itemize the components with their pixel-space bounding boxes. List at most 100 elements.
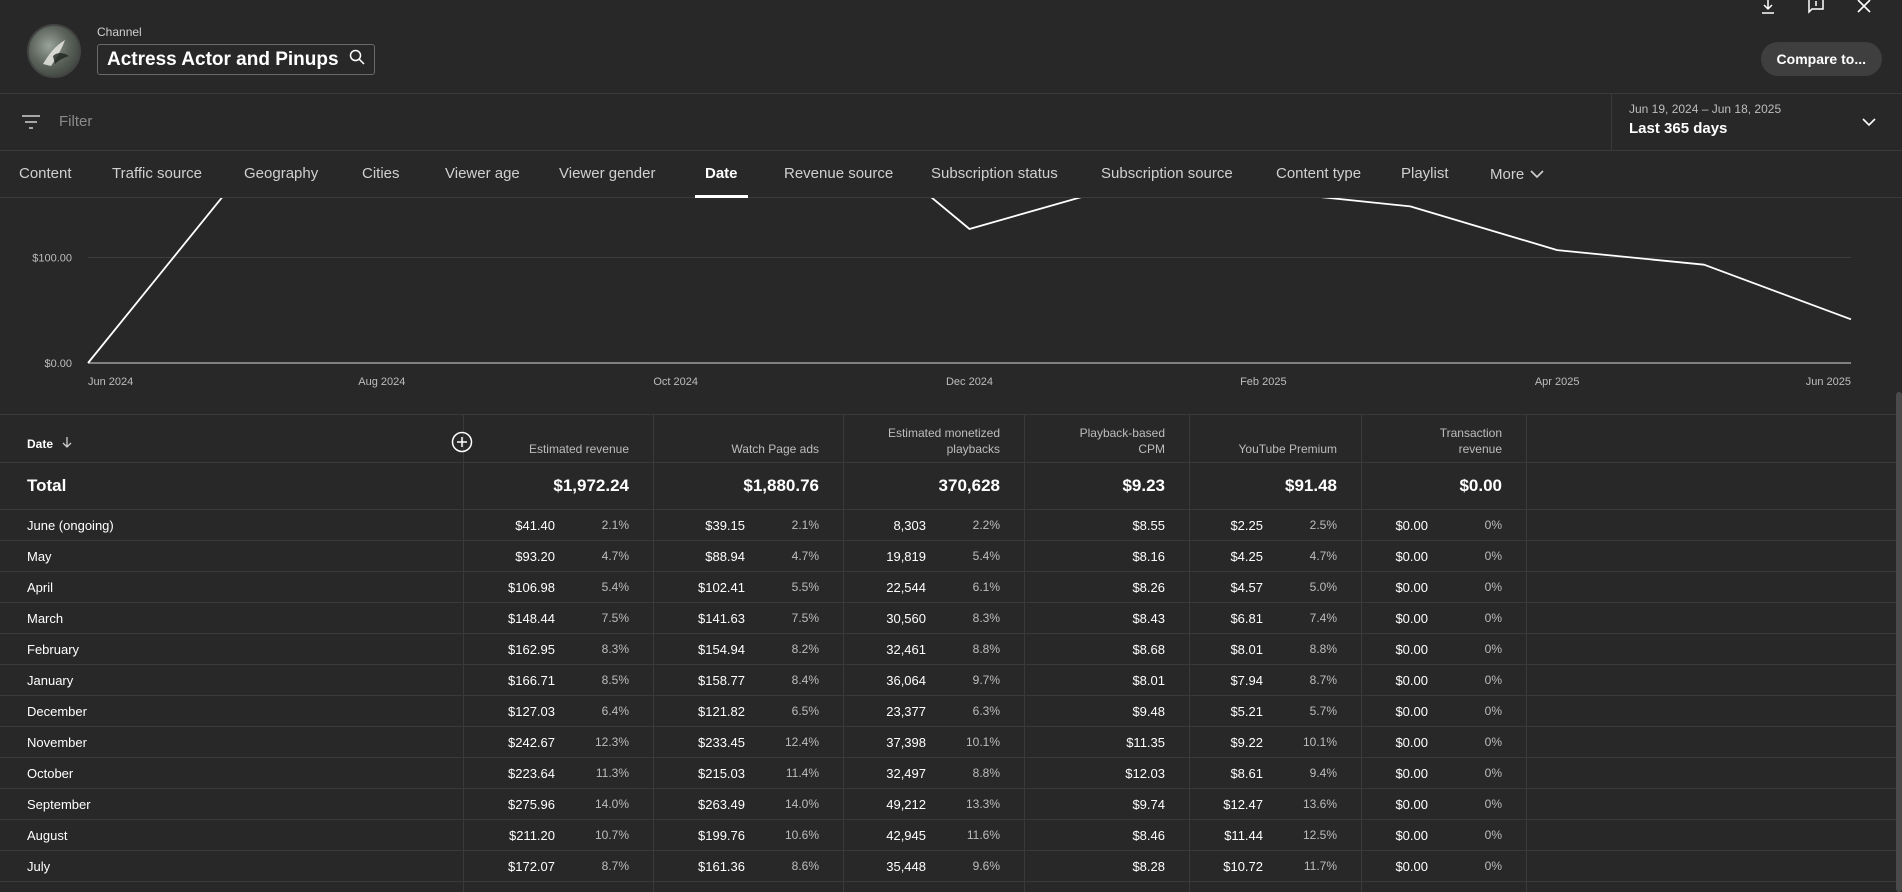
table-row[interactable]: December $127.03 6.4% $121.82 6.5% 23,377 6.3%… — [0, 696, 1902, 727]
total-premium: $91.48 — [1285, 476, 1337, 495]
row-rev-percent: 10.7% — [594, 828, 629, 842]
row-mp-value: 8,303 — [893, 517, 926, 533]
row-date-label: January — [27, 672, 74, 688]
compare-to-button[interactable]: Compare to... — [1760, 42, 1882, 76]
row-cpm-value: $8.01 — [1132, 672, 1165, 688]
column-header-watch-page-ads[interactable]: Watch Page ads — [654, 415, 819, 463]
table-row[interactable]: July $172.07 8.7% $161.36 8.6% 35,448 9.6% $8.2… — [0, 851, 1902, 882]
table-row[interactable]: March $148.44 7.5% $141.63 7.5% 30,560 8.3% $8.… — [0, 603, 1902, 634]
column-header-cpm-line2: CPM — [1138, 442, 1165, 456]
close-icon[interactable] — [1854, 0, 1874, 14]
column-header-transaction-revenue[interactable]: Transaction revenue — [1362, 415, 1502, 463]
x-tick-label: Jun 2025 — [1806, 376, 1851, 388]
tab-cities[interactable]: Cities — [362, 152, 400, 198]
total-cpm: $9.23 — [1122, 476, 1165, 495]
tab-revenue-source[interactable]: Revenue source — [784, 152, 893, 198]
row-ads-value: $102.41 — [698, 579, 745, 595]
row-ads-percent: 8.2% — [791, 642, 819, 656]
row-ads-value: $88.94 — [705, 548, 745, 564]
column-header-cpm[interactable]: Playback-based CPM — [1025, 415, 1165, 463]
table-row[interactable]: October $223.64 11.3% $215.03 11.4% 32,497 8.8… — [0, 758, 1902, 789]
row-date-label: November — [27, 734, 87, 750]
row-prem-percent: 12.5% — [1302, 828, 1337, 842]
row-rev-value: $148.44 — [508, 610, 555, 626]
table-row[interactable]: September $275.96 14.0% $263.49 14.0% 49,212 1… — [0, 789, 1902, 820]
tab-more[interactable]: More — [1490, 152, 1544, 198]
row-rev-percent: 8.7% — [601, 859, 629, 873]
row-cpm-value: $8.68 — [1132, 641, 1165, 657]
row-mp-value: 23,377 — [886, 703, 926, 719]
row-rev-percent: 12.3% — [594, 735, 629, 749]
filter-icon[interactable] — [21, 114, 41, 135]
row-rev-percent: 6.4% — [601, 704, 629, 718]
column-header-estimated-revenue[interactable]: Estimated revenue — [464, 415, 629, 463]
table-row[interactable]: January $166.71 8.5% $158.77 8.4% 36,064 9.7% $… — [0, 665, 1902, 696]
filter-input[interactable]: Filter — [59, 113, 92, 130]
row-tx-percent: 0% — [1484, 859, 1502, 873]
row-tx-percent: 0% — [1484, 735, 1502, 749]
row-rev-value: $242.67 — [508, 734, 555, 750]
row-ads-value: $233.45 — [698, 734, 745, 750]
row-rev-value: $162.95 — [508, 641, 555, 657]
row-cpm-value: $8.26 — [1132, 579, 1165, 595]
row-ads-percent: 12.4% — [784, 735, 819, 749]
tab-viewer-gender[interactable]: Viewer gender — [559, 152, 655, 198]
feedback-icon[interactable] — [1806, 0, 1826, 14]
tab-subscription-source[interactable]: Subscription source — [1101, 152, 1233, 198]
row-mp-percent: 6.1% — [972, 580, 1000, 594]
tab-viewer-age[interactable]: Viewer age — [445, 152, 520, 198]
row-date-label: December — [27, 703, 87, 719]
row-date-label: August — [27, 827, 68, 843]
tab-date[interactable]: Date — [695, 152, 747, 198]
chart-svg: $100.00 $0.00 Jun 2024 Aug 2024 Oct 2024 Dec … — [32, 198, 1852, 388]
table-row[interactable]: February $162.95 8.3% $154.94 8.2% 32,461 8.8%… — [0, 634, 1902, 665]
scrollbar[interactable] — [1896, 392, 1902, 892]
tab-subscription-status[interactable]: Subscription status — [931, 152, 1058, 198]
chevron-down-icon[interactable] — [1862, 114, 1876, 132]
table-row[interactable]: April $106.98 5.4% $102.41 5.5% 22,544 6.1% $8.… — [0, 572, 1902, 603]
total-monetized-playbacks: 370,628 — [938, 476, 1000, 495]
row-cpm-value: $8.28 — [1132, 858, 1165, 874]
row-mp-percent: 2.2% — [972, 518, 1000, 532]
report-header: Channel Actress Actor and Pinups Compare… — [0, 0, 1902, 94]
table-row[interactable]: November $242.67 12.3% $233.45 12.4% 37,398 10… — [0, 727, 1902, 758]
sort-by-date-header[interactable]: Date — [27, 434, 73, 454]
download-icon[interactable] — [1758, 0, 1778, 14]
row-tx-value: $0.00 — [1395, 827, 1428, 843]
row-prem-value: $6.81 — [1230, 610, 1263, 626]
table-row[interactable]: May $93.20 4.7% $88.94 4.7% 19,819 5.4% $8.16 $4… — [0, 541, 1902, 572]
row-ads-value: $39.15 — [705, 517, 745, 533]
tab-traffic-source[interactable]: Traffic source — [112, 152, 202, 198]
table-row[interactable]: June (ongoing) $41.40 2.1% $39.15 2.1% 8,303 2… — [0, 510, 1902, 541]
row-ads-value: $121.82 — [698, 703, 745, 719]
channel-avatar[interactable] — [27, 24, 81, 78]
date-range-picker[interactable]: Jun 19, 2024 – Jun 18, 2025 Last 365 day… — [1611, 94, 1902, 150]
column-header-monetized-playbacks[interactable]: Estimated monetized playbacks — [844, 415, 1000, 463]
chevron-down-icon — [1530, 153, 1544, 197]
tab-content[interactable]: Content — [19, 152, 72, 198]
tab-playlist[interactable]: Playlist — [1401, 152, 1449, 198]
row-mp-percent: 5.4% — [972, 549, 1000, 563]
row-mp-percent: 10.1% — [965, 735, 1000, 749]
row-tx-percent: 0% — [1484, 611, 1502, 625]
tab-content-type[interactable]: Content type — [1276, 152, 1361, 198]
row-cpm-value: $9.48 — [1132, 703, 1165, 719]
search-icon[interactable] — [349, 49, 365, 70]
channel-selector[interactable]: Actress Actor and Pinups — [97, 44, 375, 75]
row-tx-value: $0.00 — [1395, 734, 1428, 750]
tab-geography[interactable]: Geography — [244, 152, 318, 198]
row-ads-percent: 8.6% — [791, 859, 819, 873]
row-rev-value: $127.03 — [508, 703, 555, 719]
row-date-label: April — [27, 579, 54, 595]
row-mp-value: 49,212 — [886, 796, 926, 812]
row-mp-value: 19,819 — [886, 548, 926, 564]
row-cpm-value: $11.35 — [1126, 734, 1165, 750]
revenue-series-line — [87, 198, 1852, 364]
row-tx-percent: 0% — [1484, 673, 1502, 687]
row-mp-value: 35,448 — [886, 858, 926, 874]
dimension-tabs: Content Traffic source Geography Cities … — [0, 152, 1902, 198]
table-row[interactable]: August $211.20 10.7% $199.76 10.6% 42,945 11.6… — [0, 820, 1902, 851]
arrow-down-icon — [61, 436, 73, 452]
column-header-youtube-premium[interactable]: YouTube Premium — [1190, 415, 1338, 463]
row-tx-value: $0.00 — [1395, 672, 1428, 688]
